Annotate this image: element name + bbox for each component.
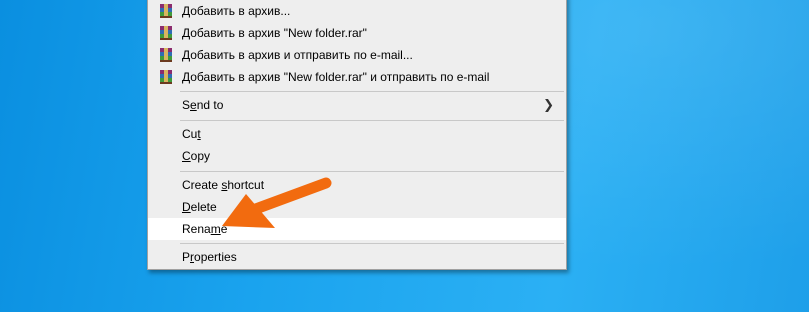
orange-arrow-icon — [222, 177, 332, 228]
